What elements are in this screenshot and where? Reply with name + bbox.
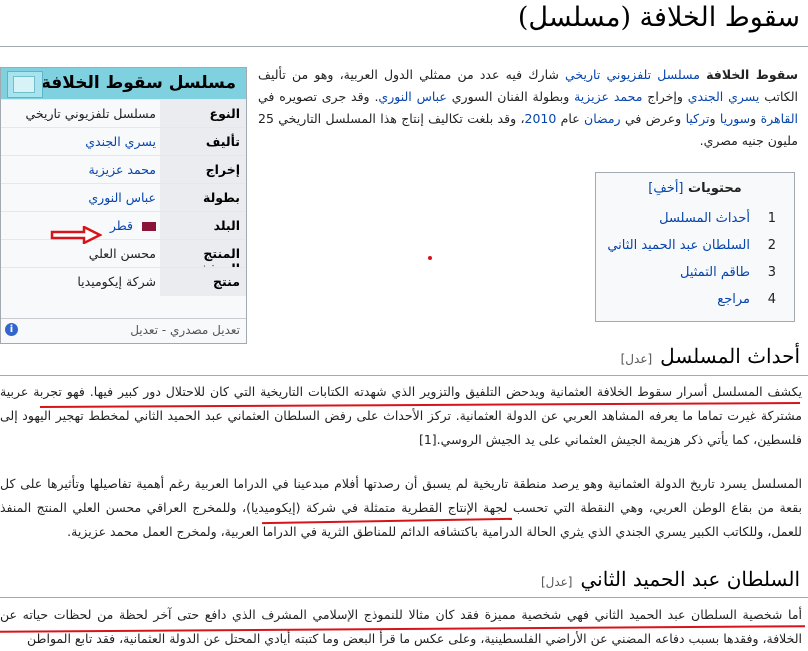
infobox-row-genre: النوع مسلسل تلفزيوني تاريخي [1,99,246,128]
lead-paragraph: سقوط الخلافة مسلسل تلفزيوني تاريخي شارك … [258,67,799,148]
infobox-footer: تعديل مصدري - تعديل i [1,318,246,343]
toc-number: 1 [767,211,776,226]
writer-link[interactable]: يسري الجندي [688,89,760,104]
section-divider [0,597,808,598]
infobox: مسلسل سقوط الخلافة النوع مسلسل تلفزيوني … [0,67,247,344]
turkey-link[interactable]: تركيا [686,111,710,126]
toc-toggle[interactable]: [أخفِ] [648,181,683,196]
infobox-edit-links[interactable]: تعديل مصدري - تعديل [130,323,240,337]
toc-item-references[interactable]: مراجع [717,292,750,307]
red-dot-marker [428,256,432,260]
infobox-row-producer: منتج شركة إيكوميديا [1,267,246,296]
qatar-flag-icon [138,222,156,231]
infobox-key: البلد [213,218,240,233]
toc-title: محتويات [أخفِ] [648,181,742,196]
events-paragraph-1: يكشف المسلسل أسرار سقوط الخلافة العثماني… [0,384,802,447]
ramadan-link[interactable]: رمضان [584,111,621,126]
infobox-header: مسلسل سقوط الخلافة [1,68,246,99]
toc-item-sultan[interactable]: السلطان عبد الحميد الثاني [607,238,750,253]
cairo-link[interactable]: القاهرة [761,111,798,126]
section-divider [0,375,808,376]
title-divider [0,46,808,47]
infobox-row-executive-producer: المنتج المنفذ محسن العلي [1,239,246,276]
infobox-value: مسلسل تلفزيوني تاريخي [25,106,156,121]
infobox-key: تأليف [205,134,240,149]
infobox-key: إخراج [205,162,240,177]
genre-link[interactable]: مسلسل تلفزيوني تاريخي [565,67,700,82]
infobox-value: شركة إيكوميديا [77,274,156,289]
toc-item-cast[interactable]: طاقم التمثيل [680,265,750,280]
infobox-row-country: البلد قطر [1,211,246,240]
director-link[interactable]: محمد عزيزية [574,89,642,104]
year-link[interactable]: 2010 [525,111,557,126]
red-arrow-annotation-icon [50,226,102,244]
infobox-key: النوع [209,106,240,121]
star-link[interactable]: عباس النوري [378,89,446,104]
television-icon [7,71,43,98]
infobox-row-director: إخراج محمد عزيزية [1,155,246,184]
events-paragraph-2: المسلسل يسرد تاريخ الدولة العثمانية وهو … [0,476,802,539]
infobox-value: محسن العلي [88,246,156,261]
section-heading-sultan: السلطان عبد الحميد الثاني[عدل] [540,567,800,591]
lead-subject: سقوط الخلافة [706,67,798,82]
toc-number: 4 [767,292,776,307]
table-of-contents: محتويات [أخفِ] 1 أحداث المسلسل 2 السلطان… [595,172,795,322]
director-link[interactable]: محمد عزيزية [89,162,156,177]
section-edit-link[interactable]: [عدل] [621,352,653,366]
toc-item-events[interactable]: أحداث المسلسل [659,211,750,226]
infobox-row-writer: تأليف يسري الجندي [1,127,246,156]
toc-number: 2 [767,238,776,253]
section-heading-events: أحداث المسلسل[عدل] [620,344,800,368]
writer-link[interactable]: يسري الجندي [85,134,156,149]
section-edit-link[interactable]: [عدل] [541,575,573,589]
country-link[interactable]: قطر [110,218,133,233]
info-icon[interactable]: i [5,323,18,336]
page-title: سقوط الخلافة (مسلسل) [517,2,800,33]
syria-link[interactable]: سوريا [720,111,750,126]
star-link[interactable]: عباس النوري [88,190,156,205]
infobox-key: منتج [213,274,240,289]
infobox-key: بطولة [203,190,240,205]
country-value: قطر [110,218,156,233]
infobox-title: مسلسل سقوط الخلافة [40,73,236,93]
toc-number: 3 [767,265,776,280]
infobox-row-starring: بطولة عباس النوري [1,183,246,212]
